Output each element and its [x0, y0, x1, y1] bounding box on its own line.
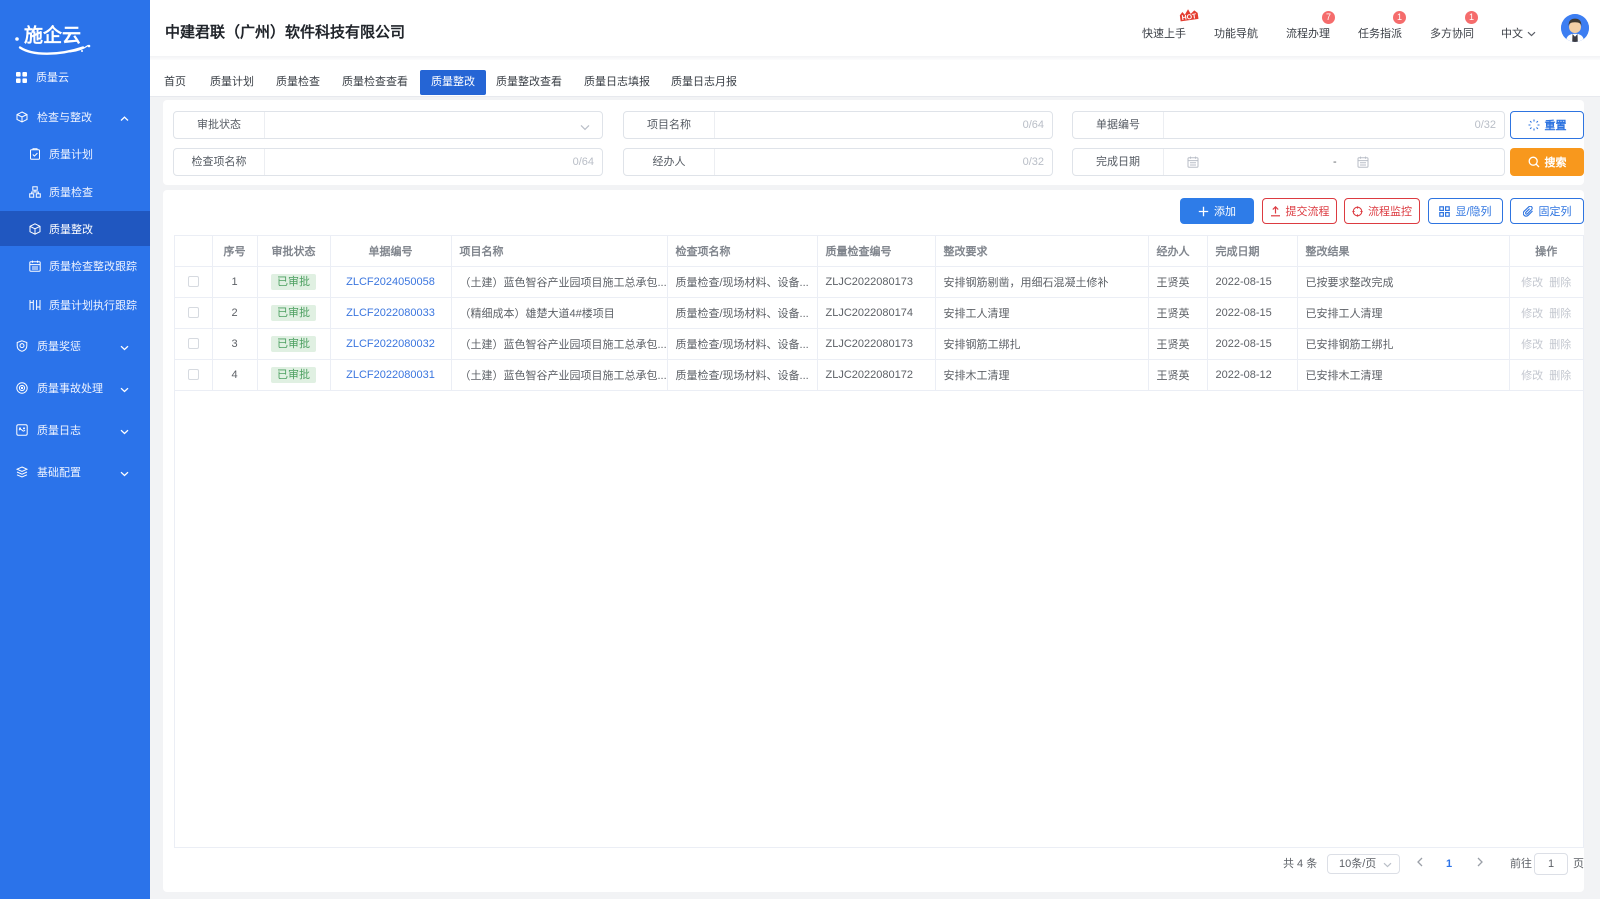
svg-text:HOT: HOT [1181, 13, 1197, 22]
svg-text:施企云: 施企云 [24, 24, 81, 47]
